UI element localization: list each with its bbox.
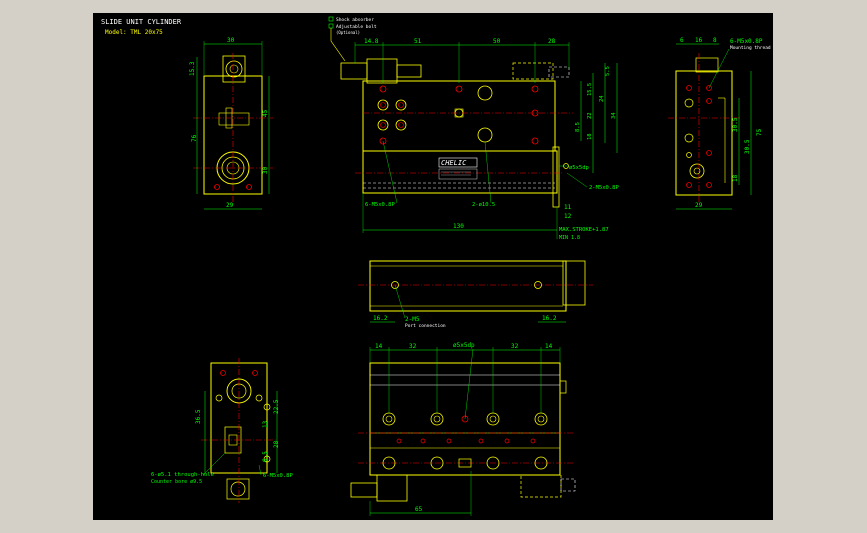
dim-front-11: 11	[564, 204, 572, 211]
dim-front-28: 28	[548, 38, 556, 45]
title-block: SLIDE UNIT CYLINDER Model: TML 20x75	[101, 18, 182, 36]
side-top-nut	[225, 60, 243, 78]
dim-front-18: 18	[587, 133, 593, 140]
dim-bot-14a: 14	[375, 343, 383, 350]
cad-drawing-canvas: SLIDE UNIT CYLINDER Model: TML 20x75 Sho…	[93, 13, 773, 520]
dim-front-130: 130	[453, 223, 464, 230]
dim-bot-14b: 14	[545, 343, 553, 350]
dim-right-30-5b: 30.5	[744, 139, 751, 154]
legend-shock-absorber: Shock absorber	[336, 17, 374, 23]
dim-right-30-5a: 30.5	[732, 117, 739, 132]
drawing-title: SLIDE UNIT CYLINDER	[101, 18, 182, 26]
dim-right-8: 8	[713, 37, 717, 44]
dim-bot-32b: 32	[511, 343, 519, 350]
dim-right-75: 75	[756, 128, 763, 136]
callout-right-m5-sub: Mounting thread	[730, 45, 771, 51]
callout-mid-port: Port connection	[405, 323, 446, 329]
dim-end-28: 28	[273, 440, 280, 448]
callout-end-through-hole: 6-ø5.1 through-hole	[151, 472, 214, 478]
bottom-view: 14 32 ø5x5dp 32 14 65	[350, 342, 576, 516]
middle-view: 16.2 16.2 2-M5 Port connection	[358, 260, 593, 329]
callout-right-m5: 6-M5x0.8P	[730, 38, 763, 45]
dim-end-36-5: 36.5	[195, 409, 202, 424]
legend-box-2	[328, 23, 334, 29]
dim-side-30: 30	[227, 37, 235, 44]
end-view: 36.5 22.5 28 13 6.5 6-ø5.1 through-hole …	[151, 358, 293, 503]
dim-front-8-5: 8.5	[575, 122, 581, 132]
front-shock-absorber	[340, 62, 368, 80]
front-view: CHELIC 14.8 51 50 28 5.5 15.5 24 22 34 1…	[340, 38, 619, 241]
dim-front-5-5: 5.5	[605, 66, 611, 76]
dim-end-6-5: 6.5	[262, 451, 269, 462]
dim-mid-16-2a: 16.2	[373, 315, 388, 322]
dim-right-6: 6	[680, 37, 684, 44]
dim-side-30b: 30	[262, 166, 269, 174]
cad-drawing: SLIDE UNIT CYLINDER Model: TML 20x75 Sho…	[101, 16, 771, 516]
callout-mid-2m5: 2-M5	[405, 316, 420, 323]
right-side-view: 6 16 8 6-M5x0.8P Mounting thread 30.5 30…	[668, 37, 771, 210]
dim-mid-16-2b: 16.2	[542, 315, 557, 322]
dim-end-13: 13	[262, 420, 269, 428]
legend-box-1	[328, 16, 334, 22]
dim-front-34: 34	[611, 112, 617, 119]
legend-optional: (Optional)	[336, 30, 360, 35]
dim-front-min: MIN 1.8	[559, 235, 580, 241]
dim-front-24: 24	[599, 95, 605, 102]
dim-right-16: 16	[695, 37, 703, 44]
callout-end-m5: 6-M5x0.8P	[263, 473, 293, 479]
dim-front-stroke: MAX.STROKE+1.87	[559, 227, 609, 233]
callout-front-6m5: 6-M5x0.8P	[365, 202, 395, 208]
front-table-outline	[362, 80, 556, 152]
callout-bot-phi5: ø5x5dp	[453, 342, 475, 349]
dim-right-18: 18	[732, 174, 739, 182]
dim-front-15-5: 15.5	[587, 83, 593, 96]
callout-front-phi10: 2-ø10.5	[472, 202, 495, 208]
dim-end-22-5: 22.5	[273, 399, 280, 414]
callout-front-phi5: ø5x5dp	[569, 165, 589, 171]
left-side-view: 30 15.3 76 45 30 29	[189, 37, 273, 210]
brand-logo: CHELIC	[441, 159, 467, 167]
callout-front-m5: 2-M5x0.8P	[589, 185, 619, 191]
dim-right-29: 29	[695, 202, 703, 209]
dim-side-15-3: 15.3	[189, 61, 196, 76]
mid-body-outline	[369, 260, 567, 312]
dim-front-14-8: 14.8	[364, 38, 379, 45]
dim-bot-65: 65	[415, 506, 423, 513]
dim-side-76: 76	[191, 134, 198, 142]
right-body-outline	[675, 70, 733, 196]
callout-end-counter-bore: Counter bore ø9.5	[151, 479, 202, 485]
dim-front-50: 50	[493, 38, 501, 45]
dim-side-29: 29	[226, 202, 234, 209]
dim-front-51: 51	[414, 38, 422, 45]
drawing-model: Model: TML 20x75	[105, 29, 163, 36]
dim-side-45: 45	[262, 109, 269, 117]
dim-front-22: 22	[587, 112, 593, 119]
dim-front-12: 12	[564, 213, 572, 220]
dim-bot-32a: 32	[409, 343, 417, 350]
